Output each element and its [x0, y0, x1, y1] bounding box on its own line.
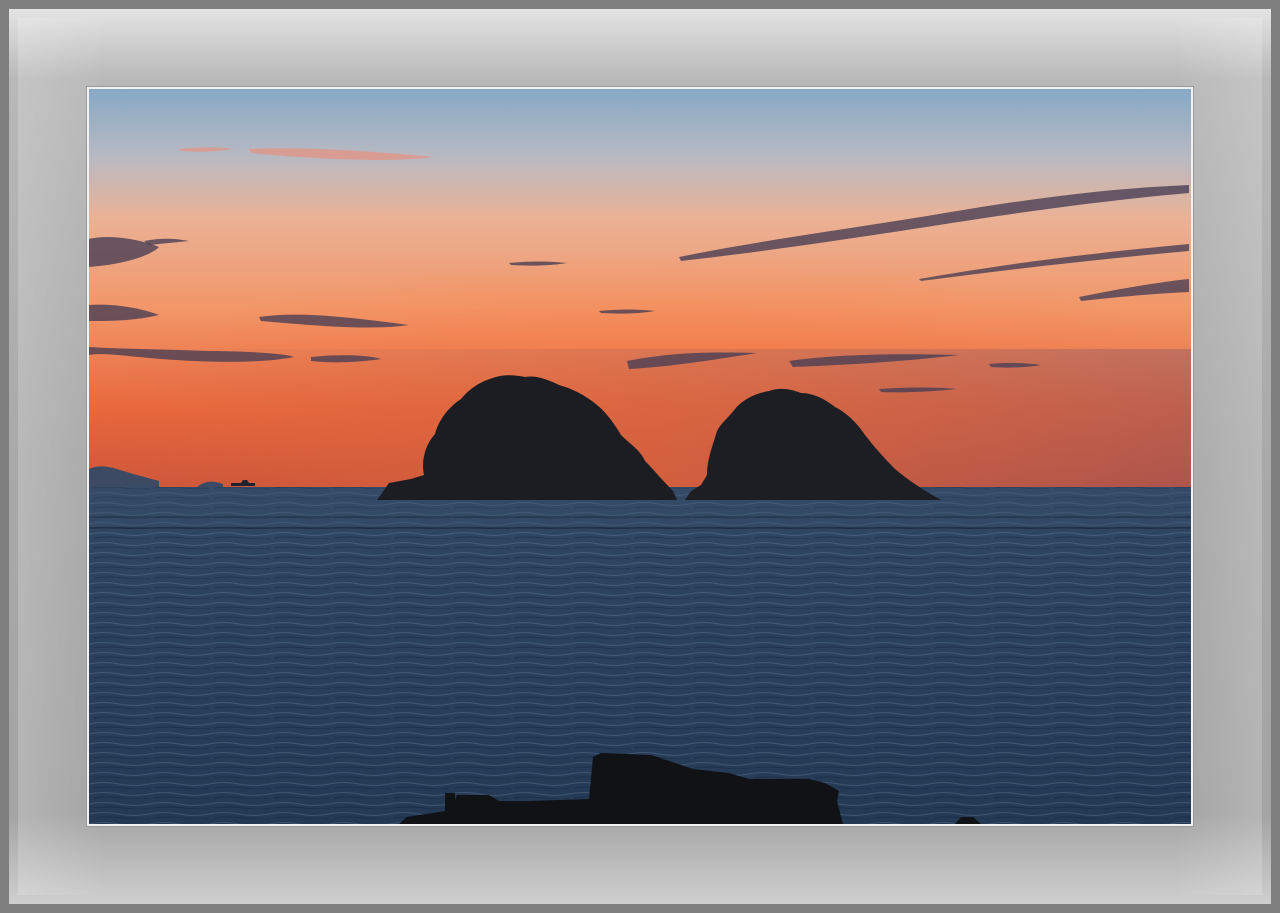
photograph — [87, 87, 1193, 826]
sunset-scene — [89, 89, 1191, 824]
